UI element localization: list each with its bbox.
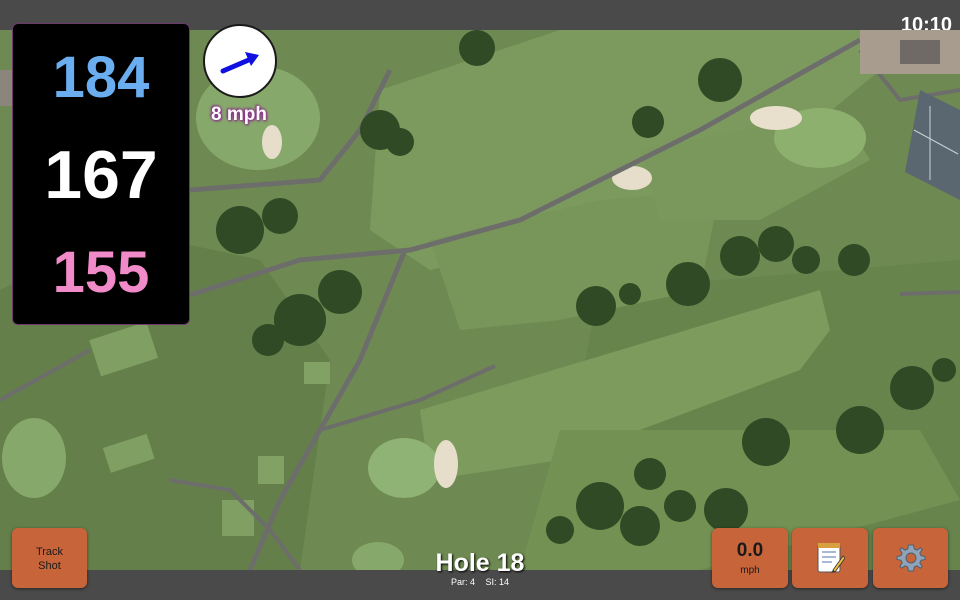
distance-panel: 184 167 155 (12, 23, 190, 325)
back-distance: 184 (52, 45, 150, 110)
hole-par: Par: 4 (450, 577, 475, 587)
hole-title: Hole 18 (435, 549, 525, 577)
speed-unit: mph (740, 565, 760, 576)
track-shot-label-line1: Track (35, 546, 64, 558)
settings-button[interactable] (873, 528, 948, 588)
notes-button[interactable] (792, 528, 868, 588)
speed-button[interactable]: 0.0 mph (712, 528, 788, 588)
notepad-icon (817, 543, 845, 573)
track-shot-label-line2: Shot (38, 560, 61, 572)
hole-stroke-index: SI: 14 (485, 577, 510, 587)
front-distance: 155 (52, 240, 150, 305)
arrow-icon (220, 52, 259, 74)
speed-value: 0.0 (736, 540, 764, 561)
middle-distance: 167 (44, 137, 158, 213)
hole-info: Par: 4 SI: 14 (380, 577, 580, 587)
wind-speed-label: 8 mph (211, 104, 267, 125)
wind-direction-dial (203, 24, 277, 98)
gear-icon (896, 544, 925, 572)
track-shot-button[interactable]: Track Shot (12, 528, 87, 588)
